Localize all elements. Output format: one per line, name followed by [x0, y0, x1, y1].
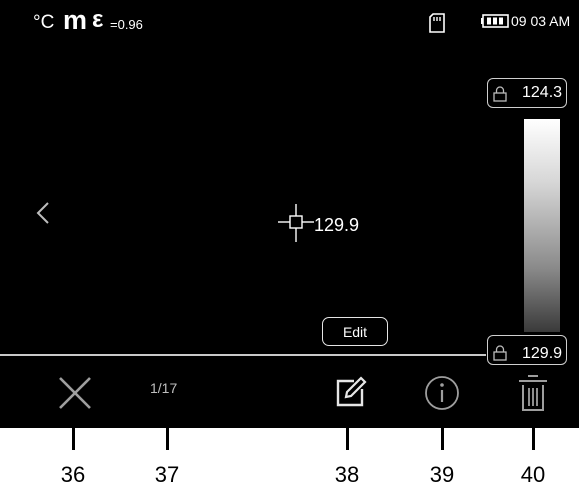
callout-40: 40	[520, 462, 546, 487]
crosshair-icon	[278, 204, 314, 247]
close-icon[interactable]	[57, 375, 93, 416]
info-icon[interactable]	[424, 375, 460, 416]
sd-card-icon	[429, 13, 445, 38]
trash-icon[interactable]	[518, 374, 548, 417]
edit-icon[interactable]	[334, 375, 368, 414]
page-counter: 1/17	[150, 380, 178, 396]
scale-min-value: 129.9	[522, 345, 563, 362]
lock-icon	[493, 86, 507, 107]
callout-line-37	[166, 414, 169, 450]
battery-icon	[481, 14, 509, 33]
measure-mode: m	[63, 5, 89, 35]
scale-max-box[interactable]: 124.3	[487, 78, 567, 108]
scale-max-value: 124.3	[522, 84, 563, 101]
callout-line-38	[346, 414, 349, 450]
scale-min-box[interactable]: 129.9	[487, 335, 567, 365]
callout-line-39	[441, 414, 444, 450]
palette-bar	[524, 119, 560, 332]
edit-button[interactable]: Edit	[322, 317, 388, 346]
callout-39: 39	[429, 462, 455, 487]
clock: 09 03 AM	[511, 13, 571, 29]
spot-temperature: 129.9	[314, 215, 360, 235]
callout-36: 36	[60, 462, 86, 487]
callout-line-40	[532, 414, 535, 450]
emissivity-symbol: ε	[92, 6, 104, 33]
emissivity-value: =0.96	[110, 17, 143, 32]
callout-line-36	[72, 414, 75, 450]
toolbar-divider	[0, 354, 486, 356]
temperature-unit: °C	[33, 12, 55, 33]
callout-37: 37	[154, 462, 180, 487]
thermal-image-viewer: °C m ε =0.96 09 03 AM 129.9 124.3 129.9 …	[0, 0, 579, 428]
chevron-left-icon[interactable]	[36, 201, 50, 230]
lock-icon	[493, 345, 507, 366]
callout-38: 38	[334, 462, 360, 487]
